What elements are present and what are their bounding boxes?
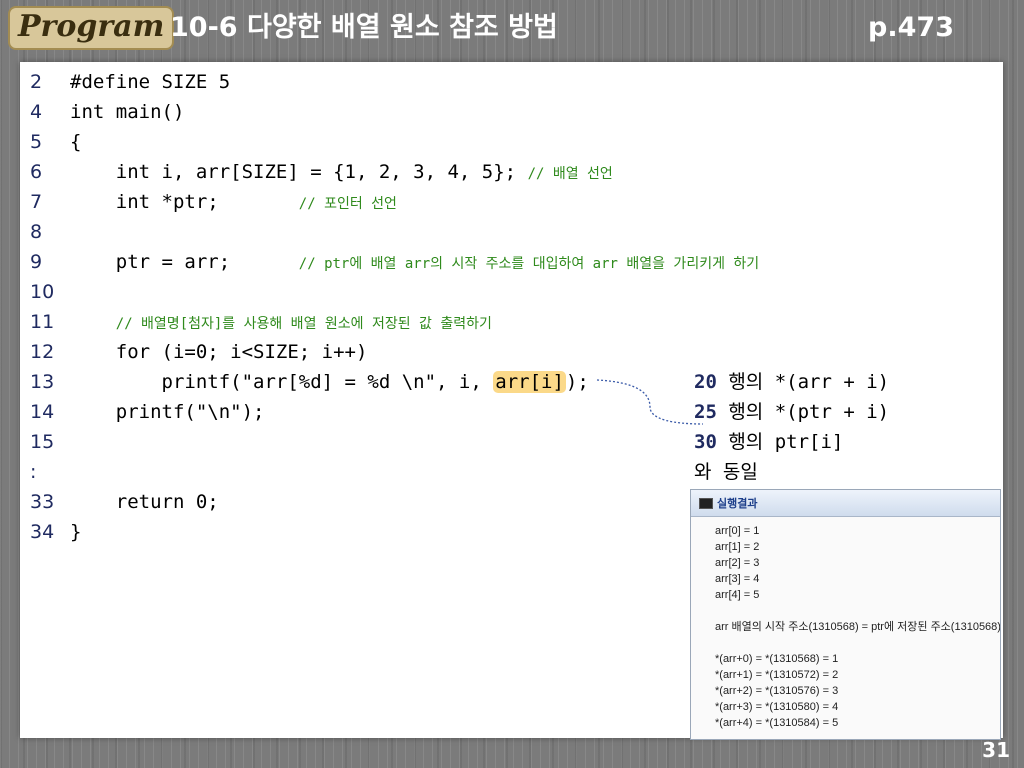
line-number: 5 — [30, 131, 43, 153]
code-line: 2 #define SIZE 5 — [30, 67, 759, 97]
output-blank-line — [715, 635, 1000, 651]
note-connector-line — [596, 379, 704, 425]
line-number: 33 — [30, 491, 55, 513]
output-line: arr[1] = 2 — [715, 541, 760, 553]
code-line: 4 int main() — [30, 97, 759, 127]
code-line: 6 int i, arr[SIZE] = {1, 2, 3, 4, 5}; //… — [30, 157, 759, 187]
line-number: 4 — [30, 101, 43, 123]
note-row: 30 행의 ptr[i] — [694, 431, 844, 453]
line-number: 7 — [30, 191, 43, 213]
code-line: 7 int *ptr; // 포인터 선언 — [30, 187, 759, 217]
execution-result-window: 실행결과 arr[0] = 1 arr[1] = 2 arr[2] = 3 arr[3… — [690, 489, 1001, 740]
code-line: 33 return 0; — [30, 487, 759, 517]
code-line: 34} — [30, 517, 759, 547]
note-row: 25 행의 *(ptr + i) — [694, 401, 890, 423]
note-tail: 와 동일 — [694, 461, 758, 483]
title-text: 다양한 배열 원소 참조 방법 — [246, 12, 558, 43]
output-line: *(arr+4) = *(1310584) = 5 — [715, 717, 839, 729]
line-number: 15 — [30, 431, 55, 453]
output-line: arr 배열의 시작 주소(1310568) = ptr에 저장된 주소(131… — [715, 621, 1001, 633]
line-number: 6 — [30, 161, 43, 183]
code-text: for (i=0; i<SIZE; i++) — [70, 341, 368, 363]
line-number: 10 — [30, 281, 55, 303]
result-titlebar: 실행결과 — [691, 490, 1000, 517]
output-line: arr[0] = 1 — [715, 525, 760, 537]
output-line: *(arr+2) = *(1310576) = 3 — [715, 685, 839, 697]
output-line: arr[3] = 4 — [715, 573, 760, 585]
line-number: 13 — [30, 371, 55, 393]
line-number: 8 — [30, 221, 43, 243]
code-panel: 2 #define SIZE 5 4 int main() 5{6 int i, arr… — [20, 62, 1003, 740]
page-reference: p.473 — [868, 12, 954, 43]
code-text: { — [70, 131, 82, 153]
line-number: 14 — [30, 401, 55, 423]
result-output: arr[0] = 1 arr[1] = 2 arr[2] = 3 arr[3] = 4… — [691, 517, 1000, 731]
result-title: 실행결과 — [717, 497, 758, 510]
output-line: arr[4] = 5 — [715, 589, 760, 601]
title-number: 10-6 — [170, 12, 238, 43]
code-comment: // 포인터 선언 — [298, 196, 397, 212]
line-number: : — [30, 461, 37, 483]
code-text: return 0; — [70, 491, 219, 513]
code-text: } — [70, 521, 82, 543]
code-listing: 2 #define SIZE 5 4 int main() 5{6 int i, arr… — [30, 67, 759, 547]
highlighted-expression: arr[i] — [493, 371, 566, 393]
output-line: *(arr+3) = *(1310580) = 4 — [715, 701, 839, 713]
page-number: 31 — [982, 738, 1010, 762]
code-line: 10 — [30, 277, 759, 307]
code-line: 5{ — [30, 127, 759, 157]
line-number: 2 — [30, 71, 43, 93]
code-text: printf("\n"); — [70, 401, 265, 423]
equivalence-note: 20 행의 *(arr + i) 25 행의 *(ptr + i) 30 행의 … — [694, 367, 889, 487]
code-comment: // 배열 선언 — [527, 166, 613, 182]
code-comment: // ptr에 배열 arr의 시작 주소를 대입하여 arr 배열을 가리키게… — [298, 256, 760, 272]
console-icon — [699, 498, 713, 509]
code-text: int i, arr[SIZE] = {1, 2, 3, 4, 5}; — [70, 161, 528, 183]
code-line: 12 for (i=0; i<SIZE; i++) — [30, 337, 759, 367]
code-text: int main() — [70, 101, 185, 123]
code-line: 9 ptr = arr; // ptr에 배열 arr의 시작 주소를 대입하여… — [30, 247, 759, 277]
line-number: 9 — [30, 251, 43, 273]
output-line: *(arr+1) = *(1310572) = 2 — [715, 669, 839, 681]
code-text: #define SIZE 5 — [70, 71, 231, 93]
note-row: 20 행의 *(arr + i) — [694, 371, 890, 393]
line-number: 34 — [30, 521, 55, 543]
code-line: : — [30, 457, 759, 487]
line-number: 12 — [30, 341, 55, 363]
code-text: printf("arr[%d] = %d \n", i, — [70, 371, 494, 393]
code-line: 11 // 배열명[첨자]를 사용해 배열 원소에 저장된 값 출력하기 — [30, 307, 759, 337]
output-line: *(arr+0) = *(1310568) = 1 — [715, 653, 839, 665]
slide-title: 10-6 다양한 배열 원소 참조 방법 — [170, 10, 558, 46]
code-comment: // 배열명[첨자]를 사용해 배열 원소에 저장된 값 출력하기 — [115, 316, 492, 332]
slide-header: Program 10-6 다양한 배열 원소 참조 방법 p.473 — [0, 0, 1024, 60]
code-text: int *ptr; — [70, 191, 299, 213]
code-line: 8 — [30, 217, 759, 247]
program-logo: Program — [8, 6, 175, 50]
code-text: ptr = arr; — [70, 251, 299, 273]
output-line: arr[2] = 3 — [715, 557, 760, 569]
output-blank-line — [715, 603, 1000, 619]
line-number: 11 — [30, 311, 55, 333]
code-text: ); — [565, 371, 589, 393]
